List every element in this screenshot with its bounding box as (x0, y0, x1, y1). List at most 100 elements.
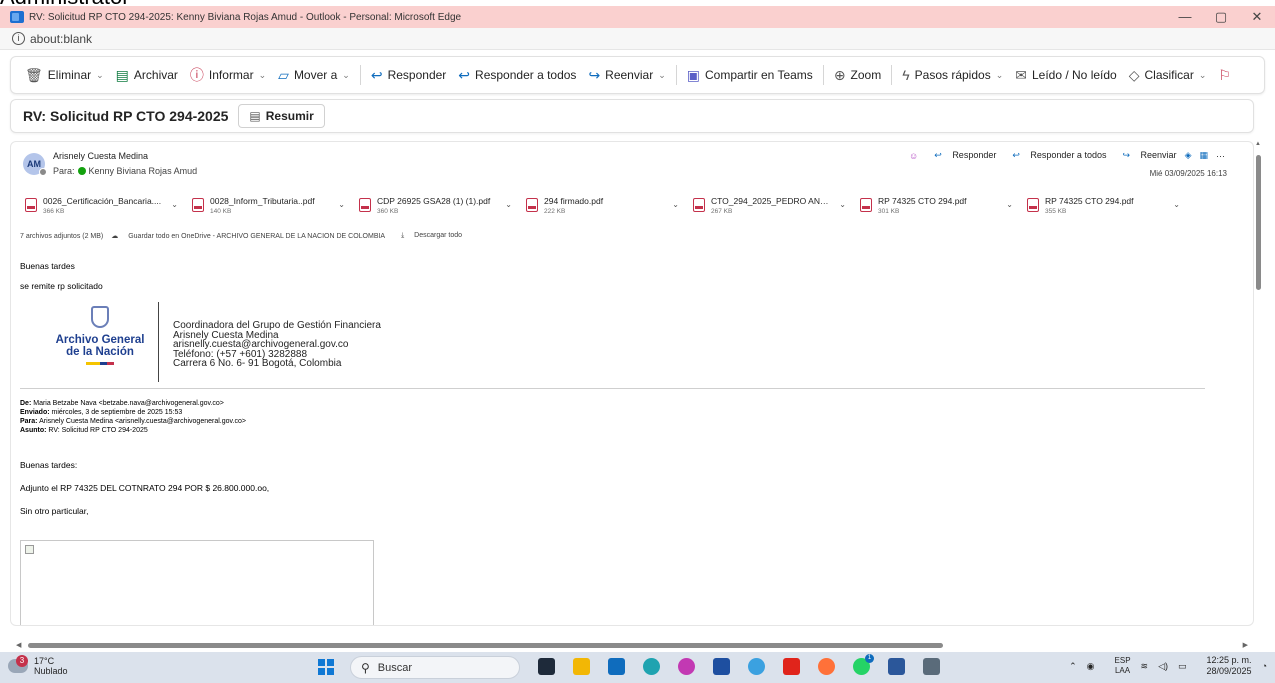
chevron-down-icon[interactable]: ⌄ (1173, 200, 1180, 209)
temperature: 17°C (34, 656, 55, 666)
download-all-link[interactable]: ⤓ Descargar todo (401, 232, 470, 240)
chevron-down-icon[interactable]: ⌄ (96, 70, 104, 81)
scroll-thumb[interactable] (1256, 155, 1261, 290)
task-view-icon[interactable] (538, 658, 555, 675)
chevron-down-icon[interactable]: ⌄ (1006, 200, 1013, 209)
recipient-name[interactable]: Kenny Biviana Rojas Amud (89, 166, 198, 176)
volume-icon[interactable]: ◁) (1158, 661, 1168, 672)
chrome-icon[interactable] (748, 658, 765, 675)
reply-button[interactable]: ↩ Responder (365, 61, 452, 89)
chevron-down-icon[interactable]: ⌄ (505, 200, 512, 209)
attachment-item[interactable]: RP 74325 CTO 294.pdf 301 KB ⌄ (854, 191, 1019, 219)
summarize-button[interactable]: ▤ Resumir (238, 104, 325, 128)
chevron-down-icon[interactable]: ⌄ (996, 70, 1004, 81)
flag-button[interactable]: ⚐ (1212, 61, 1242, 89)
scroll-thumb[interactable] (28, 643, 943, 648)
teams-icon: ▣ (686, 66, 700, 83)
outlook-icon[interactable] (608, 658, 625, 675)
word-icon[interactable] (888, 658, 905, 675)
forward-button[interactable]: ↪ Reenviar ⌄ (582, 61, 671, 89)
minimize-button[interactable]: — (1167, 9, 1203, 25)
app-tray-icon[interactable]: ◉ (1087, 661, 1095, 672)
calculator-icon[interactable] (923, 658, 940, 675)
address-bar[interactable]: i about:blank (0, 28, 1275, 50)
outlook-icon (10, 11, 24, 23)
store-icon[interactable] (713, 658, 730, 675)
delete-button[interactable]: 🗑 Eliminar ⌄ (19, 61, 110, 89)
chevron-down-icon[interactable]: ⌄ (839, 200, 846, 209)
report-icon: ⓘ (189, 67, 204, 83)
share-teams-button[interactable]: ▣ Compartir en Teams (681, 61, 819, 89)
notification-bell-icon[interactable]: ◔ (1262, 661, 1267, 671)
chevron-down-icon[interactable]: ⌄ (672, 200, 679, 209)
read-unread-button[interactable]: ✉ Leído / No leído (1009, 61, 1122, 89)
restore-button[interactable]: ▢ (1203, 9, 1239, 25)
pdf-icon (860, 198, 872, 212)
recipient-line: Para: Kenny Biviana Rojas Amud (53, 166, 198, 176)
chevron-down-icon[interactable]: ⌄ (171, 200, 178, 209)
close-button[interactable]: ✕ (1239, 9, 1275, 25)
reply-icon: ↩ (370, 66, 383, 83)
reply-all-button[interactable]: ↩ Responder a todos (452, 61, 582, 89)
firefox-icon[interactable] (818, 658, 835, 675)
forwarded-closing: Sin otro particular, (20, 506, 89, 516)
signature-divider (158, 302, 159, 382)
edge-icon[interactable] (643, 658, 660, 675)
clock[interactable]: 12:25 p. m. 28/09/2025 (1197, 655, 1252, 677)
attachment-item[interactable]: 0028_Inform_Tributaria..pdf 140 KB ⌄ (186, 191, 351, 219)
copilot-icon[interactable] (678, 658, 695, 675)
ribbon-toolbar: 🗑 Eliminar ⌄ ▤ Archivar ⓘ Informar ⌄ ▱ M… (10, 56, 1265, 94)
attachment-item[interactable]: 294 firmado.pdf 222 KB ⌄ (520, 191, 685, 219)
sender-name[interactable]: Arisnely Cuesta Medina (53, 151, 148, 161)
youtube-icon[interactable] (783, 658, 800, 675)
pdf-icon (25, 198, 37, 212)
move-button[interactable]: ▱ Mover a ⌄ (272, 61, 356, 89)
categorize-button[interactable]: ◇ Clasificar ⌄ (1123, 61, 1213, 89)
archive-button[interactable]: ▤ Archivar (110, 61, 184, 89)
emoji-icon[interactable]: ☺ (909, 151, 918, 161)
save-to-onedrive-link[interactable]: ☁ Guardar todo en OneDrive - ARCHIVO GEN… (111, 232, 393, 240)
message-reply-all-button[interactable]: ↩ Responder a todos (1004, 150, 1106, 161)
chevron-up-icon[interactable]: ⌃ (1069, 661, 1077, 672)
start-button[interactable] (318, 659, 334, 675)
chevron-down-icon[interactable]: ⌄ (342, 70, 350, 81)
scroll-right-icon[interactable]: ▶ (1243, 641, 1248, 649)
language-indicator[interactable]: ESP LAA (1105, 656, 1131, 676)
attachment-item[interactable]: CDP 26925 GSA28 (1) (1).pdf 360 KB ⌄ (353, 191, 518, 219)
email-signature: Archivo General de la Nación Coordinador… (45, 302, 405, 384)
address-text: about:blank (30, 31, 93, 46)
apps-icon[interactable]: ▦ (1199, 150, 1208, 161)
chevron-down-icon[interactable]: ⌄ (338, 200, 345, 209)
attachment-item[interactable]: 0026_Certificación_Bancaria.... 366 KB ⌄ (19, 191, 184, 219)
body-greeting: Buenas tardes (20, 261, 75, 271)
wifi-icon[interactable]: ≋ (1141, 661, 1149, 672)
window-titlebar[interactable]: RV: Solicitud RP CTO 294-2025: Kenny Biv… (0, 6, 1275, 28)
message-forward-button[interactable]: ↪ Reenviar (1114, 150, 1176, 161)
chevron-down-icon[interactable]: ⌄ (1199, 70, 1207, 81)
avatar[interactable]: AM (23, 153, 47, 176)
chevron-down-icon[interactable]: ⌄ (259, 70, 267, 81)
scroll-left-icon[interactable]: ◀ (16, 641, 21, 649)
toolbar-divider (675, 65, 677, 85)
chevron-down-icon[interactable]: ⌄ (658, 70, 666, 81)
quick-steps-button[interactable]: ϟ Pasos rápidos ⌄ (896, 61, 1009, 89)
attachment-item[interactable]: RP 74325 CTO 294.pdf 355 KB ⌄ (1021, 191, 1186, 219)
whatsapp-icon[interactable]: 1 (853, 654, 874, 675)
horizontal-scrollbar[interactable]: ◀ ▶ (12, 641, 1252, 651)
attachment-item[interactable]: CTO_294_2025_PEDRO AND... 267 KB ⌄ (687, 191, 852, 219)
message-reply-button[interactable]: ↩ Responder (926, 150, 996, 161)
vertical-scrollbar[interactable]: ▲ (1252, 141, 1264, 633)
attachment-count: 7 archivos adjuntos (2 MB) (20, 232, 104, 240)
scroll-up-icon[interactable]: ▲ (1252, 141, 1264, 147)
battery-icon[interactable]: ▭ (1178, 661, 1187, 672)
toolbar-divider (359, 65, 361, 85)
info-icon[interactable]: i (12, 32, 25, 45)
weather-widget[interactable]: 3 17°C Nublado (8, 655, 68, 676)
copilot-icon[interactable]: ◈ (1185, 150, 1192, 161)
folder-move-icon: ▱ (278, 66, 289, 83)
taskbar-search[interactable]: ⚲ Buscar (350, 656, 520, 679)
file-explorer-icon[interactable] (573, 658, 590, 675)
zoom-button[interactable]: ⊕ Zoom (828, 61, 887, 89)
report-button[interactable]: ⓘ Informar ⌄ (184, 61, 272, 89)
more-options-icon[interactable]: ··· (1216, 151, 1225, 161)
